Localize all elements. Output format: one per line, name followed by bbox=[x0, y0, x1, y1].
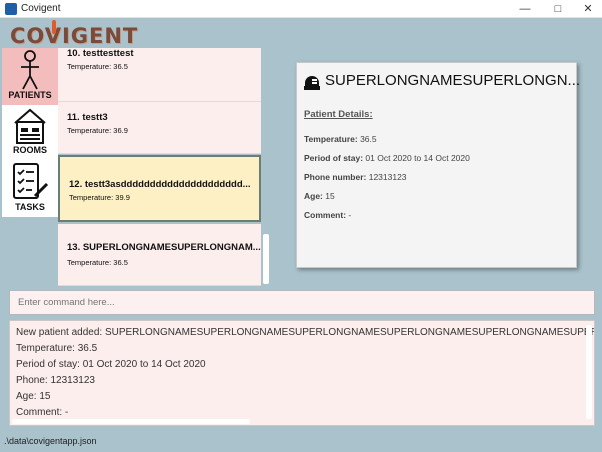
result-line: Phone: 12313123 bbox=[16, 375, 95, 386]
details-comment-value: - bbox=[348, 210, 352, 220]
window-title: Covigent bbox=[21, 3, 61, 14]
sidebar-nav: PATIENTS ROOMS TASKS bbox=[2, 48, 58, 220]
list-item[interactable]: 11. testt3 Temperature: 36.9 bbox=[58, 102, 261, 154]
details-age-value: 15 bbox=[325, 191, 335, 201]
nav-item-tasks[interactable]: TASKS bbox=[2, 160, 58, 217]
nav-item-rooms[interactable]: ROOMS bbox=[2, 105, 58, 160]
details-period-of-stay: Period of stay: 01 Oct 2020 to 14 Oct 20… bbox=[304, 153, 470, 163]
details-phone: Phone number: 12313123 bbox=[304, 172, 407, 182]
bed-icon bbox=[14, 108, 46, 144]
result-vertical-scrollbar[interactable] bbox=[586, 325, 592, 419]
details-comment: Comment: - bbox=[304, 210, 351, 220]
result-horizontal-scrollbar[interactable] bbox=[12, 419, 250, 424]
nav-label-tasks: TASKS bbox=[15, 202, 45, 212]
details-phone-value: 12313123 bbox=[368, 172, 407, 182]
list-item-selected[interactable]: 12. testt3asddddddddddddddddddddd... Tem… bbox=[58, 155, 261, 222]
details-age-label: Age: bbox=[304, 191, 323, 201]
details-heading: Patient Details: bbox=[304, 109, 373, 120]
patient-name: 10. testtesttest bbox=[67, 48, 134, 59]
details-temperature-label: Temperature: bbox=[304, 134, 358, 144]
list-item[interactable]: 10. testtesttest Temperature: 36.5 bbox=[58, 48, 261, 102]
patient-name: 11. testt3 bbox=[67, 112, 108, 123]
patient-list-scrollbar[interactable] bbox=[263, 234, 269, 284]
result-line: Temperature: 36.5 bbox=[16, 343, 98, 354]
patient-temperature: Temperature: 36.5 bbox=[67, 258, 128, 267]
patient-list[interactable]: 10. testtesttest Temperature: 36.5 11. t… bbox=[58, 48, 264, 286]
details-temperature-value: 36.5 bbox=[360, 134, 377, 144]
person-icon bbox=[21, 50, 39, 90]
details-temperature: Temperature: 36.5 bbox=[304, 134, 377, 144]
patient-temperature: Temperature: 36.5 bbox=[67, 62, 128, 71]
checklist-icon bbox=[13, 163, 49, 199]
details-stay-label: Period of stay: bbox=[304, 153, 364, 163]
result-line: New patient added: SUPERLONGNAMESUPERLON… bbox=[16, 327, 595, 338]
status-bar-path: .\data\covigentapp.json bbox=[4, 436, 97, 446]
app-window: Covigent — □ ✕ COVIGENT PATIENTS ROOMS T… bbox=[0, 0, 602, 452]
command-input[interactable] bbox=[9, 290, 595, 315]
patient-temperature: Temperature: 36.9 bbox=[67, 126, 128, 135]
result-display[interactable]: New patient added: SUPERLONGNAMESUPERLON… bbox=[9, 320, 595, 426]
app-icon bbox=[5, 3, 17, 15]
close-button[interactable]: ✕ bbox=[574, 0, 602, 18]
list-item[interactable]: 13. SUPERLONGNAMESUPERLONGNAM... Tempera… bbox=[58, 224, 261, 286]
app-logo: COVIGENT bbox=[10, 24, 139, 48]
nav-label-rooms: ROOMS bbox=[12, 145, 47, 155]
result-line: Age: 15 bbox=[16, 391, 51, 402]
title-bar: Covigent — □ ✕ bbox=[0, 0, 602, 18]
details-stay-value: 01 Oct 2020 to 14 Oct 2020 bbox=[365, 153, 470, 163]
result-line: Period of stay: 01 Oct 2020 to 14 Oct 20… bbox=[16, 359, 206, 370]
patient-id-icon bbox=[304, 76, 320, 90]
nav-item-patients[interactable]: PATIENTS bbox=[2, 48, 58, 105]
patient-temperature: Temperature: 39.9 bbox=[69, 193, 130, 202]
patient-name: 13. SUPERLONGNAMESUPERLONGNAM... bbox=[67, 242, 261, 253]
minimize-button[interactable]: — bbox=[511, 0, 539, 18]
details-comment-label: Comment: bbox=[304, 210, 347, 220]
patient-details-panel: SUPERLONGNAMESUPERLONGN... Patient Detai… bbox=[296, 62, 581, 268]
patient-name: 12. testt3asddddddddddddddddddddd... bbox=[69, 179, 251, 190]
nav-label-patients: PATIENTS bbox=[8, 90, 52, 100]
result-line: Comment: - bbox=[16, 407, 69, 418]
details-age: Age: 15 bbox=[304, 191, 335, 201]
details-phone-label: Phone number: bbox=[304, 172, 367, 182]
maximize-button[interactable]: □ bbox=[544, 0, 572, 18]
thermometer-icon bbox=[52, 20, 56, 34]
details-patient-name: SUPERLONGNAMESUPERLONGN... bbox=[325, 72, 581, 89]
